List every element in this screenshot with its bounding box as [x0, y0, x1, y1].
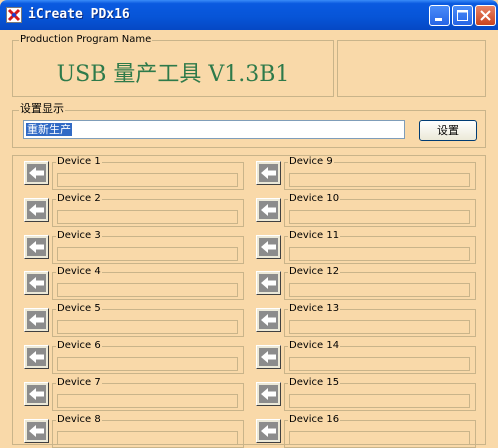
device-status-field: [57, 209, 238, 224]
device-label: Device 16: [288, 413, 341, 426]
device-status-field: [289, 357, 470, 371]
device-slot: Device 15: [256, 376, 476, 411]
device-status-field: [57, 357, 238, 371]
title-bar[interactable]: iCreate PDx16: [0, 0, 498, 30]
device-status-field: [57, 246, 238, 261]
production-program-group: Production Program Name USB 量产工具 V1.3B1: [12, 34, 334, 97]
device-arrow-button[interactable]: [24, 161, 49, 185]
device-slot: Device 13: [256, 303, 476, 338]
device-arrow-button[interactable]: [24, 234, 49, 259]
device-label: Device 8: [56, 413, 102, 426]
device-slot: Device 3: [24, 229, 244, 264]
device-label: Device 15: [288, 376, 341, 389]
device-box: Device 6: [52, 340, 244, 374]
device-label: Device 14: [288, 340, 341, 352]
device-label: Device 5: [56, 303, 102, 316]
device-box: Device 9: [284, 156, 476, 190]
device-status-field: [289, 283, 470, 298]
device-arrow-button[interactable]: [256, 271, 281, 296]
device-slot: Device 10: [256, 192, 476, 227]
device-status-field: [289, 320, 470, 335]
device-box: Device 10: [284, 192, 476, 227]
device-box: Device 2: [52, 192, 244, 227]
device-status-field: [289, 209, 470, 224]
maximize-button[interactable]: [452, 5, 473, 26]
device-box: Device 16: [284, 413, 476, 448]
settings-button[interactable]: 设置: [419, 120, 477, 141]
device-slot: Device 5: [24, 303, 244, 338]
device-arrow-button[interactable]: [24, 381, 49, 406]
display-text-input[interactable]: 重新生产: [23, 120, 405, 139]
device-arrow-button[interactable]: [256, 161, 281, 185]
device-label: Device 7: [56, 376, 102, 389]
device-box: Device 5: [52, 303, 244, 338]
device-status-field: [289, 173, 470, 187]
device-slot: Device 11: [256, 229, 476, 264]
device-label: Device 9: [288, 156, 334, 168]
device-arrow-button[interactable]: [24, 418, 49, 443]
device-status-field: [289, 393, 470, 408]
device-arrow-button[interactable]: [256, 418, 281, 443]
device-status-field: [289, 246, 470, 261]
device-slot: Device 1: [24, 156, 244, 190]
device-slot: Device 8: [24, 413, 244, 448]
device-status-field: [289, 430, 470, 445]
device-label: Device 10: [288, 192, 341, 205]
device-box: Device 15: [284, 376, 476, 411]
production-program-label: Production Program Name: [19, 34, 153, 46]
device-arrow-button[interactable]: [24, 271, 49, 296]
device-slot: Device 6: [24, 340, 244, 374]
device-status-field: [57, 393, 238, 408]
app-icon[interactable]: [6, 7, 22, 23]
device-label: Device 13: [288, 303, 341, 316]
close-button[interactable]: [475, 5, 496, 26]
minimize-button[interactable]: [429, 5, 450, 26]
info-panel: [337, 40, 486, 97]
device-box: Device 1: [52, 156, 244, 190]
device-slot: Device 14: [256, 340, 476, 374]
device-slot: Device 2: [24, 192, 244, 227]
device-slot: Device 12: [256, 266, 476, 301]
program-name: USB 量产工具 V1.3B1: [56, 62, 290, 87]
device-box: Device 11: [284, 229, 476, 264]
device-arrow-button[interactable]: [24, 308, 49, 333]
device-arrow-button[interactable]: [256, 197, 281, 222]
device-label: Device 6: [56, 340, 102, 352]
device-label: Device 2: [56, 192, 102, 205]
device-box: Device 3: [52, 229, 244, 264]
device-slot: Device 7: [24, 376, 244, 411]
device-label: Device 1: [56, 156, 102, 168]
device-label: Device 12: [288, 266, 341, 279]
display-text-value: 重新生产: [26, 123, 72, 136]
device-arrow-button[interactable]: [24, 197, 49, 222]
device-label: Device 11: [288, 229, 341, 242]
device-box: Device 13: [284, 303, 476, 338]
settings-display-group: 设置显示 重新生产 设置: [12, 103, 486, 148]
device-status-field: [57, 173, 238, 187]
device-label: Device 3: [56, 229, 102, 242]
device-arrow-button[interactable]: [256, 308, 281, 333]
device-arrow-button[interactable]: [256, 345, 281, 369]
device-arrow-button[interactable]: [24, 345, 49, 369]
device-status-field: [57, 283, 238, 298]
device-box: Device 12: [284, 266, 476, 301]
window-title: iCreate PDx16: [28, 7, 130, 22]
device-status-field: [57, 320, 238, 335]
device-box: Device 7: [52, 376, 244, 411]
settings-display-label: 设置显示: [19, 102, 65, 115]
device-box: Device 14: [284, 340, 476, 374]
device-status-field: [57, 430, 238, 445]
device-label: Device 4: [56, 266, 102, 279]
device-arrow-button[interactable]: [256, 234, 281, 259]
device-slot: Device 16: [256, 413, 476, 448]
devices-panel: Device 1 Device 2 Device 3 Device 4 Device 5…: [12, 155, 486, 448]
device-slot: Device 4: [24, 266, 244, 301]
device-arrow-button[interactable]: [256, 381, 281, 406]
device-box: Device 4: [52, 266, 244, 301]
device-slot: Device 9: [256, 156, 476, 190]
device-box: Device 8: [52, 413, 244, 448]
